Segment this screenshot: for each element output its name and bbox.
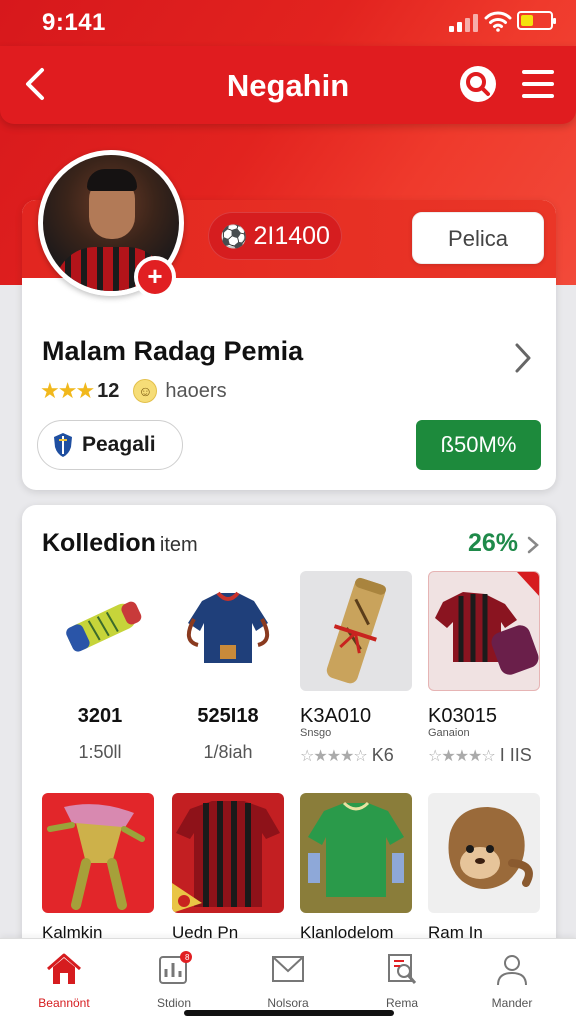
star-rating-icon: ☆★★★☆ xyxy=(300,748,368,765)
nav-label: Nolsora xyxy=(267,996,309,1010)
collection-item[interactable]: Kalmkin xyxy=(42,793,154,943)
jersey-bundle-image xyxy=(428,571,540,691)
nav-item-search[interactable]: Rema xyxy=(352,951,452,1010)
chevron-right-icon[interactable] xyxy=(512,340,534,376)
item-value: 3201 xyxy=(77,705,123,727)
nav-label: Stdion xyxy=(156,996,192,1010)
battery-icon xyxy=(517,11,556,30)
add-photo-button[interactable]: + xyxy=(134,256,176,298)
nav-label: Mander xyxy=(491,996,533,1010)
status-time: 9:141 xyxy=(42,9,106,36)
search-icon xyxy=(466,72,490,96)
team-label: Peagali xyxy=(82,433,156,456)
rating-text: haoers xyxy=(165,379,227,402)
club-crest-icon xyxy=(54,433,72,457)
follow-button[interactable]: Pelica xyxy=(412,212,544,264)
collection-item[interactable]: Klanlodelom xyxy=(300,793,412,943)
collection-item[interactable]: Ram In xyxy=(428,793,540,943)
notification-badge: 8 xyxy=(185,953,190,962)
collection-title: Kolledion item xyxy=(42,529,198,557)
coin-balance: ⚽ 2I1400 xyxy=(208,212,342,260)
collection-item[interactable]: 525I18 1/8iah xyxy=(172,571,284,763)
green-jersey-image xyxy=(300,793,412,913)
price-button[interactable]: ß50M% xyxy=(416,420,541,470)
smile-icon: ☺ xyxy=(133,379,158,403)
plus-icon: + xyxy=(147,261,163,291)
item-subvalue: 1:50ll xyxy=(78,742,122,762)
rating-row: ★★★ 12 ☺ haoers xyxy=(40,378,227,404)
item-caption: Snsgo xyxy=(300,727,332,739)
jersey-image xyxy=(172,571,284,691)
item-code: K3A010 xyxy=(300,705,372,727)
collection-item[interactable]: Uedn Pn xyxy=(172,793,284,943)
envelope-icon xyxy=(272,956,304,982)
player-name: Malam Radag Pemia xyxy=(42,336,304,366)
nav-item-profile[interactable]: Mander xyxy=(462,951,562,1010)
collection-item[interactable]: K03015 Ganaion ☆★★★☆ I IIS xyxy=(428,571,540,766)
star-rating-icon: ★★★ xyxy=(40,378,95,403)
nav-item-stats[interactable]: 8 Stdion xyxy=(124,951,224,1010)
star-rating-icon: ☆★★★☆ xyxy=(428,748,496,765)
mascot-image xyxy=(428,793,540,913)
user-icon xyxy=(497,955,527,986)
collection-item[interactable]: K3A010 Snsgo ☆★★★☆ K6 xyxy=(300,571,412,766)
item-rating: K6 xyxy=(371,745,394,765)
item-caption: Ganaion xyxy=(428,727,470,739)
team-button[interactable]: Peagali xyxy=(37,420,183,470)
item-code: K03015 xyxy=(428,705,497,727)
striped-jersey-image xyxy=(172,793,284,913)
item-rating: I IIS xyxy=(499,745,532,765)
search-doc-icon xyxy=(388,954,417,984)
collection-item[interactable]: 3201 1:50ll xyxy=(44,571,156,763)
collection-percent[interactable]: 26% xyxy=(468,529,518,558)
nav-item-messages[interactable]: Nolsora xyxy=(238,951,338,1010)
signal-icon xyxy=(449,14,479,32)
scroll-image xyxy=(300,571,412,691)
menu-icon[interactable] xyxy=(522,70,554,98)
rating-count: 12 xyxy=(97,379,120,402)
nav-label: Rema xyxy=(385,996,418,1010)
nav-label: Beannönt xyxy=(38,996,90,1010)
item-subvalue: 1/8iah xyxy=(203,742,253,762)
shin-guard-image xyxy=(44,571,156,691)
coin-value: 2I1400 xyxy=(253,222,330,250)
nav-item-home[interactable]: Beannönt xyxy=(14,951,114,1010)
status-bar: 9:141 xyxy=(0,0,576,46)
search-button[interactable] xyxy=(460,66,496,102)
chevron-right-icon[interactable] xyxy=(526,535,540,555)
costume-image xyxy=(42,793,154,913)
wifi-icon xyxy=(484,11,512,32)
home-indicator[interactable] xyxy=(184,1010,394,1016)
item-value: 525I18 xyxy=(197,705,259,727)
app-bar: Negahin xyxy=(0,46,576,124)
home-icon xyxy=(47,953,81,984)
coin-icon: ⚽ xyxy=(220,224,248,249)
